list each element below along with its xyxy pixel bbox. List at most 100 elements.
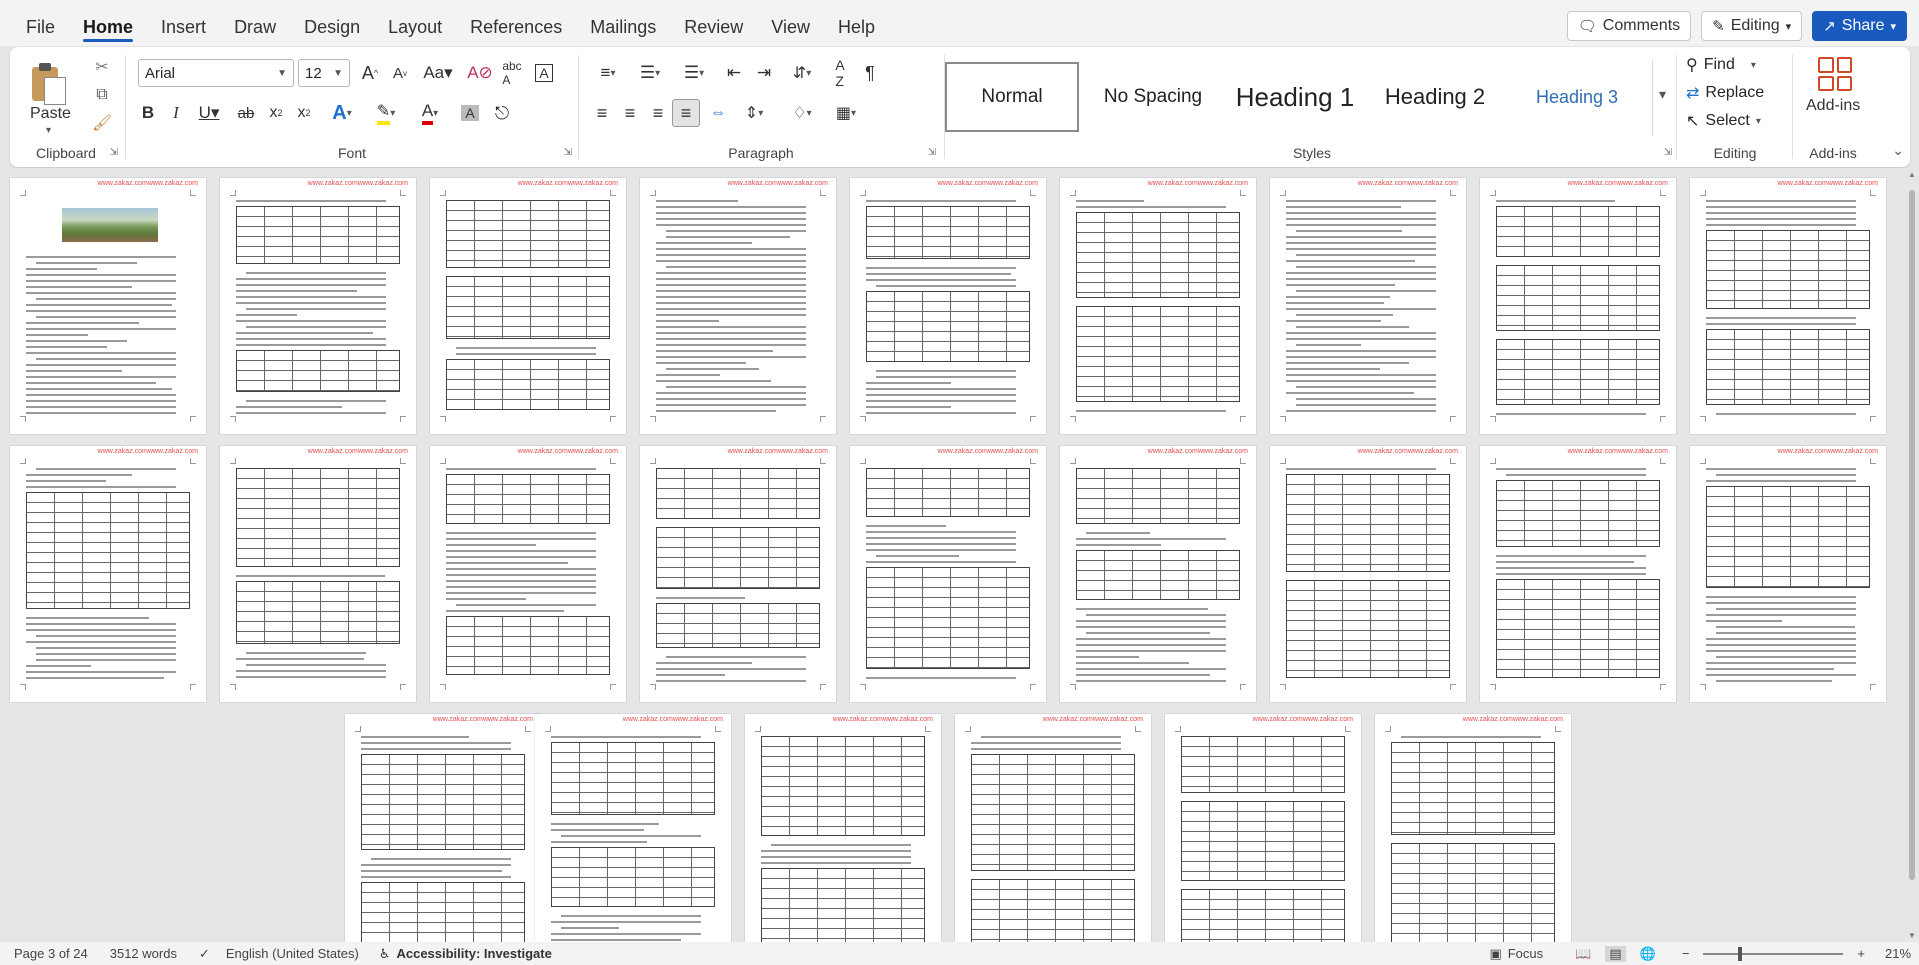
tab-help[interactable]: Help — [824, 0, 889, 46]
distributed-icon[interactable]: ⇔ — [704, 99, 732, 127]
document-page[interactable]: www.zakaz.comwww.zakaz.com — [1270, 446, 1466, 702]
underline-icon[interactable]: U▾ — [190, 99, 228, 127]
comments-button[interactable]: 🗨 Comments — [1566, 11, 1692, 41]
font-color-icon[interactable]: A ▾ — [410, 99, 450, 127]
select-button[interactable]: ↖ Select ▾ — [1686, 111, 1761, 131]
vertical-scrollbar[interactable]: ▲ ▼ — [1905, 168, 1919, 942]
document-page[interactable]: www.zakaz.comwww.zakaz.com — [955, 714, 1151, 942]
document-page[interactable]: www.zakaz.comwww.zakaz.com — [10, 446, 206, 702]
borders-icon[interactable]: ▦ ▾ — [826, 99, 866, 127]
scroll-down-icon[interactable]: ▼ — [1908, 931, 1916, 940]
tab-layout[interactable]: Layout — [374, 0, 456, 46]
strikethrough-icon[interactable]: ab — [232, 99, 260, 127]
font-size-combo[interactable]: 12 ▼ — [298, 59, 350, 87]
read-mode-icon[interactable]: 📖 — [1575, 946, 1591, 962]
document-page[interactable]: www.zakaz.comwww.zakaz.com — [535, 714, 731, 942]
scroll-up-icon[interactable]: ▲ — [1908, 170, 1916, 179]
character-shading-icon[interactable]: A — [456, 99, 484, 127]
format-painter-icon[interactable]: 🖌 — [90, 111, 114, 135]
copy-icon[interactable]: ⧉ — [90, 83, 114, 107]
language-indicator[interactable]: English (United States) — [226, 946, 359, 961]
text-effects-icon[interactable]: A ▾ — [322, 99, 362, 127]
align-right-icon[interactable]: ≡ — [644, 99, 672, 127]
tab-draw[interactable]: Draw — [220, 0, 290, 46]
character-border-icon[interactable]: A — [530, 59, 558, 87]
accessibility-checker[interactable]: ♿ Accessibility: Investigate — [379, 946, 552, 962]
numbering-icon[interactable]: ☰ ▾ — [630, 59, 670, 87]
phonetic-guide-icon[interactable]: abc A — [498, 59, 526, 87]
editing-mode-button[interactable]: ✎ Editing ▾ — [1701, 11, 1803, 41]
proofing-icon[interactable]: ✓ — [199, 946, 210, 962]
dialog-launcher-icon[interactable]: ⇲ — [110, 147, 118, 158]
decrease-indent-icon[interactable]: ⇤ — [720, 59, 748, 87]
share-button[interactable]: ↗ Share ▾ — [1812, 11, 1907, 41]
tab-view[interactable]: View — [757, 0, 824, 46]
tab-design[interactable]: Design — [290, 0, 374, 46]
paste-button[interactable]: Paste ▾ — [20, 53, 82, 136]
document-page[interactable]: www.zakaz.comwww.zakaz.com — [1270, 178, 1466, 434]
bold-icon[interactable]: B — [134, 99, 162, 127]
zoom-slider[interactable] — [1703, 946, 1844, 961]
tab-insert[interactable]: Insert — [147, 0, 220, 46]
style-normal[interactable]: Normal — [945, 62, 1079, 132]
document-page[interactable]: www.zakaz.comwww.zakaz.com — [430, 178, 626, 434]
multilevel-list-icon[interactable]: ☰ ▾ — [674, 59, 714, 87]
zoom-out-icon[interactable]: − — [1682, 946, 1690, 961]
dialog-launcher-icon[interactable]: ⇲ — [1664, 147, 1672, 158]
shading-icon[interactable]: ♢ ▾ — [782, 99, 822, 127]
tab-references[interactable]: References — [456, 0, 576, 46]
style-heading-2[interactable]: Heading 2 — [1365, 62, 1505, 132]
document-page[interactable]: www.zakaz.comwww.zakaz.com — [1060, 446, 1256, 702]
web-layout-icon[interactable]: 🌐 — [1640, 946, 1656, 962]
justify-icon[interactable]: ≡ — [672, 99, 700, 127]
align-center-icon[interactable]: ≡ — [616, 99, 644, 127]
change-case-icon[interactable]: Aa▾ — [418, 59, 458, 87]
document-page[interactable]: www.zakaz.comwww.zakaz.com — [430, 446, 626, 702]
collapse-ribbon-icon[interactable]: ⌄ — [1892, 142, 1904, 159]
document-page[interactable]: www.zakaz.comwww.zakaz.com — [220, 446, 416, 702]
document-page[interactable]: www.zakaz.comwww.zakaz.com — [1480, 178, 1676, 434]
bullets-icon[interactable]: ≡ ▾ — [588, 59, 628, 87]
style-heading-3[interactable]: Heading 3 — [1507, 62, 1647, 132]
document-page[interactable]: www.zakaz.comwww.zakaz.com — [745, 714, 941, 942]
word-count[interactable]: 3512 words — [110, 946, 177, 961]
font-name-combo[interactable]: Arial ▼ — [138, 59, 294, 87]
document-page[interactable]: www.zakaz.comwww.zakaz.com — [10, 178, 206, 434]
style-no-spacing[interactable]: No Spacing — [1083, 62, 1223, 132]
tab-mailings[interactable]: Mailings — [576, 0, 670, 46]
subscript-icon[interactable]: x2 — [262, 99, 290, 127]
clear-formatting-icon[interactable]: A⊘ — [466, 59, 494, 87]
document-page[interactable]: www.zakaz.comwww.zakaz.com — [220, 178, 416, 434]
shrink-font-icon[interactable]: Av — [386, 59, 414, 87]
sort-icon[interactable]: AZ — [826, 57, 854, 89]
tab-review[interactable]: Review — [670, 0, 757, 46]
document-page[interactable]: www.zakaz.comwww.zakaz.com — [1690, 446, 1886, 702]
tab-file[interactable]: File — [0, 0, 69, 46]
document-canvas[interactable]: www.zakaz.comwww.zakaz.com www.zakaz.comw… — [0, 168, 1919, 942]
scrollbar-thumb[interactable] — [1909, 190, 1915, 880]
replace-button[interactable]: ⇄ Replace — [1686, 83, 1764, 103]
zoom-in-icon[interactable]: + — [1857, 946, 1865, 961]
highlight-color-icon[interactable]: ✎ ▾ — [366, 99, 406, 127]
dialog-launcher-icon[interactable]: ⇲ — [928, 147, 936, 158]
align-left-icon[interactable]: ≡ — [588, 99, 616, 127]
document-page[interactable]: www.zakaz.comwww.zakaz.com — [1060, 178, 1256, 434]
increase-indent-icon[interactable]: ⇥ — [750, 59, 778, 87]
find-button[interactable]: ⚲ Find ▾ — [1686, 55, 1756, 75]
document-page[interactable]: www.zakaz.comwww.zakaz.com — [1375, 714, 1571, 942]
zoom-level[interactable]: 21% — [1885, 946, 1911, 961]
focus-button[interactable]: ▣ Focus — [1489, 946, 1543, 962]
italic-icon[interactable]: I — [162, 99, 190, 127]
print-layout-icon[interactable]: ▤ — [1605, 945, 1626, 962]
document-page[interactable]: www.zakaz.comwww.zakaz.com — [1690, 178, 1886, 434]
grow-font-icon[interactable]: A ^ — [356, 59, 384, 87]
superscript-icon[interactable]: x2 — [290, 99, 318, 127]
document-page[interactable]: www.zakaz.comwww.zakaz.com — [850, 178, 1046, 434]
page-indicator[interactable]: Page 3 of 24 — [14, 946, 88, 961]
addins-button[interactable]: Add-ins — [1800, 55, 1866, 135]
text-direction-icon[interactable]: ⇵ ▾ — [782, 59, 822, 87]
tab-home[interactable]: Home — [69, 0, 147, 46]
document-page[interactable]: www.zakaz.comwww.zakaz.com — [345, 714, 541, 942]
enclose-characters-icon[interactable]: ⎋ — [488, 99, 516, 127]
cut-icon[interactable]: ✂ — [90, 55, 114, 79]
